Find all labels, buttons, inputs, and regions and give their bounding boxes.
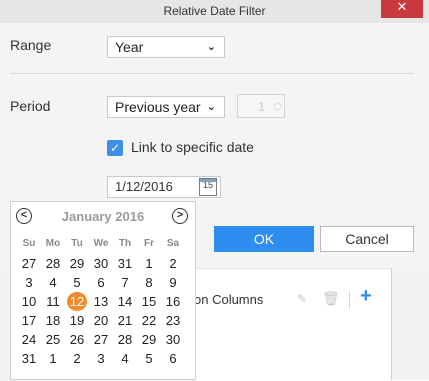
dialog-title: Relative Date Filter [163,4,266,18]
calendar-day[interactable]: 30 [89,254,113,273]
weekday-label: Su [22,238,36,249]
calendar-day[interactable]: 2 [161,254,185,273]
calendar-month-label: January 2016 [61,209,145,224]
calendar-day[interactable]: 6 [161,349,185,368]
calendar-day[interactable]: 27 [89,330,113,349]
range-select[interactable]: Year ⌄ [107,36,225,58]
spinner-down-icon: ﹀ [273,108,283,118]
date-input-value: 1/12/2016 [115,179,173,194]
calendar-day[interactable]: 13 [89,292,113,311]
calendar-day[interactable]: 4 [113,349,137,368]
calendar-day[interactable]: 15 [137,292,161,311]
pencil-icon[interactable]: ✎ [297,292,307,306]
calendar-day[interactable]: 3 [89,349,113,368]
weekday-label: Th [118,238,132,249]
calendar-week-row: 31 1 2 3 4 5 6 [17,349,185,368]
calendar-day[interactable]: 1 [41,349,65,368]
calendar-day[interactable]: 26 [65,330,89,349]
trash-icon[interactable]: 🗑 [322,291,340,307]
calendar-day[interactable]: 27 [17,254,41,273]
calendar-day[interactable]: 18 [41,311,65,330]
calendar-day-selected[interactable]: 12 [67,292,87,311]
close-button[interactable]: ✕ [381,0,423,18]
calendar-day[interactable]: 23 [161,311,185,330]
calendar-day[interactable]: 30 [161,330,185,349]
weekday-label: Tu [71,238,83,249]
link-date-label[interactable]: Link to specific date [131,139,254,155]
calendar-day[interactable]: 4 [41,273,65,292]
calendar-day[interactable]: 29 [137,330,161,349]
link-date-checkbox[interactable]: ✓ [107,140,123,156]
calendar-day[interactable]: 20 [89,311,113,330]
calendar-day[interactable]: 7 [113,273,137,292]
calendar-day[interactable]: 21 [113,311,137,330]
period-select-value: Previous year [115,99,201,115]
toolbar-separator [349,291,350,309]
right-gutter [391,268,429,380]
weekday-label: Fr [144,238,154,249]
columns-label: on Columns [194,292,264,307]
weekday-label: Sa [166,238,180,249]
calendar-icon[interactable]: 15 [199,178,217,196]
calendar-week-row: 27 28 29 30 31 1 2 [17,254,185,273]
chevron-right-icon[interactable]: > [172,208,188,224]
range-select-value: Year [115,39,144,55]
spinner-value: 1 [258,99,266,114]
calendar-day[interactable]: 24 [17,330,41,349]
calendar-grid: Su Mo Tu We Th Fr Sa 27 28 29 30 31 1 2 3 4 5 6 7 8 9 10 11 12… [17,235,185,368]
calendar-week-row: 3456789 [17,273,185,292]
title-bar: Relative Date Filter ✕ [0,0,429,24]
calendar-day[interactable]: 5 [65,273,89,292]
calendar-day[interactable]: 22 [137,311,161,330]
calendar-week-row: 24 25 26 27 28 29 30 [17,330,185,349]
calendar-weeks: 27 28 29 30 31 1 2 3 4 5 6 7 8 9 10 11 12 13 14 15 16 17 18 19 2… [17,254,185,368]
calendar-day[interactable]: 17 [17,311,41,330]
calendar-day[interactable]: 28 [113,330,137,349]
period-label: Period [10,98,51,114]
weekday-label: We [93,238,109,249]
calendar-day[interactable]: 31 [113,254,137,273]
calendar-day[interactable]: 31 [17,349,41,368]
calendar-day[interactable]: 6 [89,273,113,292]
calendar-day[interactable]: 16 [161,292,185,311]
weekday-header: Su Mo Tu We Th Fr Sa [17,235,185,254]
calendar-day[interactable]: 9 [161,273,185,292]
calendar-day[interactable]: 3 [17,273,41,292]
chevron-down-icon: ⌄ [206,100,216,113]
calendar-day[interactable]: 19 [65,311,89,330]
calendar-week-row: 17 18 19 20 21 22 23 [17,311,185,330]
calendar-day[interactable]: 14 [113,292,137,311]
period-count-spinner: 1 ︿ ﹀ [237,94,285,118]
cancel-button[interactable]: Cancel [320,226,414,252]
calendar-day[interactable]: 5 [137,349,161,368]
weekday-label: Mo [45,238,61,249]
plus-icon[interactable]: + [360,285,372,308]
calendar-day[interactable]: 8 [137,273,161,292]
calendar-week-row: 10 11 12 13 14 15 16 [17,292,185,311]
calendar-day[interactable]: 11 [41,292,65,311]
calendar-day[interactable]: 29 [65,254,89,273]
calendar-day[interactable]: 1 [137,254,161,273]
calendar-day[interactable]: 25 [41,330,65,349]
ok-button[interactable]: OK [214,226,314,252]
date-picker-popup: < January 2016 > Su Mo Tu We Th Fr Sa 27 28 29 30… [10,201,196,380]
chevron-down-icon: ⌄ [206,40,216,53]
period-select[interactable]: Previous year ⌄ [107,96,225,118]
calendar-day[interactable]: 10 [17,292,41,311]
calendar-day[interactable]: 28 [41,254,65,273]
divider [10,73,414,74]
range-label: Range [10,37,52,53]
calendar-day[interactable]: 2 [65,349,89,368]
